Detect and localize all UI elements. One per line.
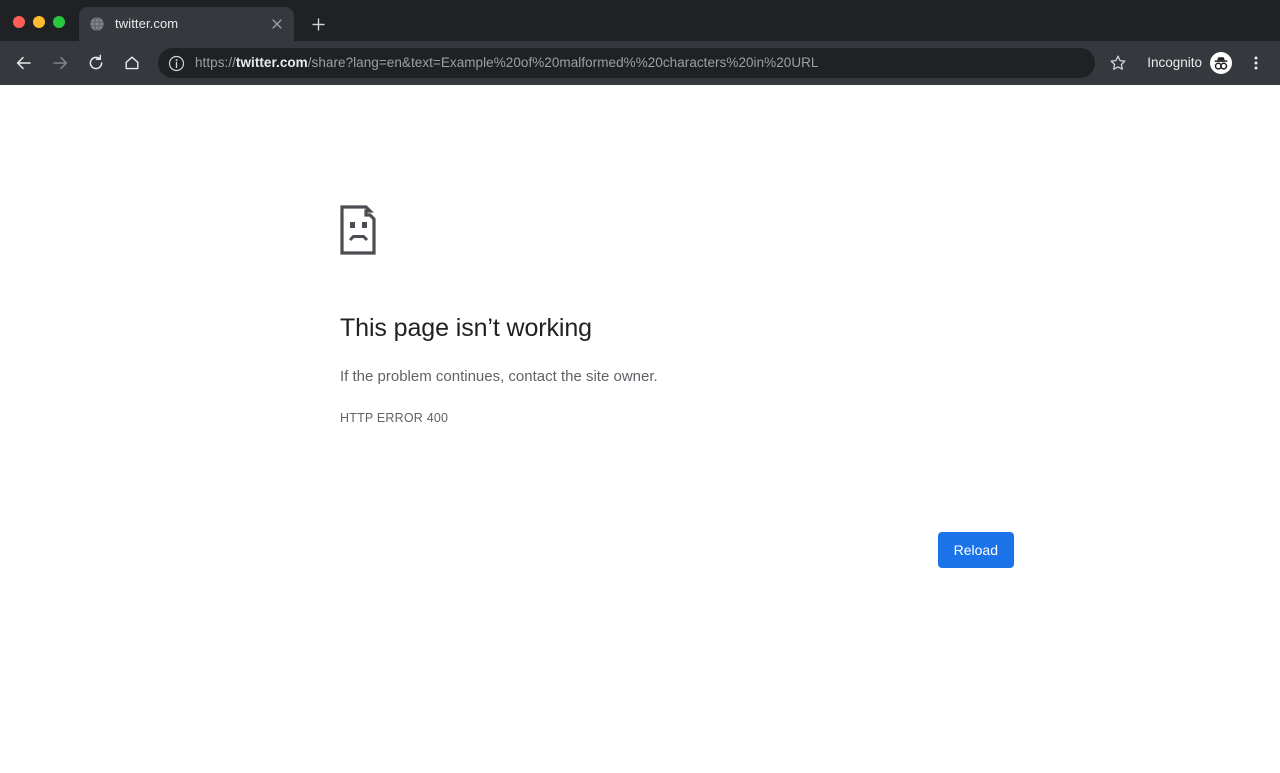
home-button[interactable]: [117, 48, 147, 78]
window-minimize-button[interactable]: [33, 16, 45, 28]
sad-document-icon: [340, 205, 380, 255]
page-title: This page isn’t working: [340, 314, 592, 342]
browser-toolbar: https://twitter.com/share?lang=en&text=E…: [0, 41, 1280, 85]
browser-tab-twitter[interactable]: twitter.com: [79, 7, 294, 41]
forward-button[interactable]: [45, 48, 75, 78]
arrow-right-icon: [53, 56, 68, 70]
tab-strip: twitter.com: [0, 0, 1280, 41]
browser-menu-button[interactable]: [1242, 49, 1270, 77]
window-close-button[interactable]: [13, 16, 25, 28]
reload-page-button[interactable]: Reload: [937, 532, 1014, 568]
window-controls: [0, 16, 77, 41]
more-vertical-icon: [1254, 56, 1258, 70]
page-viewport: This page isn’t working If the problem c…: [0, 85, 1280, 773]
error-page: This page isn’t working If the problem c…: [340, 205, 1014, 568]
incognito-label: Incognito: [1147, 55, 1202, 70]
new-tab-button[interactable]: [304, 10, 332, 38]
back-button[interactable]: [9, 48, 39, 78]
home-icon: [125, 56, 139, 70]
url-text: https://twitter.com/share?lang=en&text=E…: [195, 54, 819, 72]
tab-title: twitter.com: [115, 16, 179, 31]
url-scheme: https://: [195, 55, 236, 70]
reload-icon: [89, 54, 103, 70]
globe-icon: [89, 16, 105, 32]
close-icon[interactable]: [268, 15, 286, 33]
error-description: If the problem continues, contact the si…: [340, 368, 658, 385]
arrow-left-icon: [16, 56, 31, 70]
incognito-avatar-icon[interactable]: [1210, 52, 1232, 74]
error-code: HTTP ERROR 400: [340, 411, 449, 425]
reload-button[interactable]: [81, 48, 111, 78]
window-maximize-button[interactable]: [53, 16, 65, 28]
url-host: twitter.com: [235, 55, 308, 70]
browser-window: twitter.com https://twitter.com/share?la…: [0, 0, 1280, 773]
incognito-indicator[interactable]: Incognito: [1139, 48, 1236, 78]
bookmark-button[interactable]: [1103, 48, 1133, 78]
address-bar[interactable]: https://twitter.com/share?lang=en&text=E…: [158, 48, 1096, 78]
star-icon: [1110, 55, 1126, 70]
plus-icon: [311, 17, 325, 31]
url-path: /share?lang=en&text=Example%20of%20malfo…: [307, 55, 819, 70]
info-circle-icon[interactable]: [168, 55, 185, 72]
